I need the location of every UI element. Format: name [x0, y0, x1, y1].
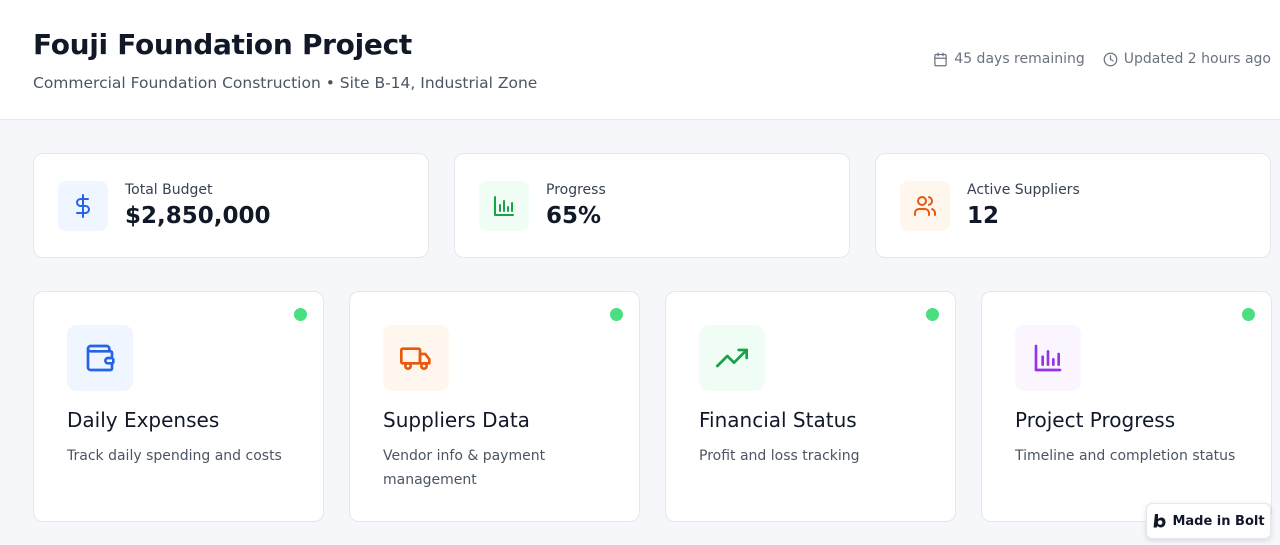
- trending-up-icon: [716, 348, 748, 368]
- card-title: Project Progress: [1015, 408, 1176, 432]
- dollar-icon: [76, 194, 90, 218]
- stat-label: Total Budget: [125, 182, 213, 198]
- card-daily-expenses[interactable]: Daily Expenses Track daily spending and …: [33, 291, 324, 522]
- last-updated-text: Updated 2 hours ago: [1123, 51, 1271, 67]
- stat-label: Active Suppliers: [967, 182, 1080, 198]
- bar-chart-icon: [1034, 344, 1062, 372]
- wallet-icon: [86, 344, 115, 372]
- status-dot: [926, 308, 939, 321]
- card-description: Profit and loss tracking: [699, 448, 860, 464]
- feature-icon-wrap: [383, 325, 449, 391]
- card-description: Track daily spending and costs: [67, 448, 282, 464]
- calendar-icon: [934, 52, 948, 66]
- made-in-bolt-badge[interactable]: Made in Bolt: [1146, 503, 1271, 539]
- stat-value: 12: [967, 203, 1000, 229]
- feature-icon-wrap: [67, 325, 133, 391]
- card-description: Vendor info & payment management: [383, 448, 546, 488]
- bolt-logo-icon: [1153, 514, 1166, 528]
- stat-value: $2,850,000: [125, 203, 271, 229]
- page-subtitle: Commercial Foundation Construction • Sit…: [33, 74, 538, 92]
- users-icon: [914, 196, 936, 216]
- card-description: Timeline and completion status: [1015, 448, 1236, 464]
- stat-value: 65%: [546, 203, 602, 229]
- days-remaining-text: 45 days remaining: [954, 51, 1085, 67]
- status-dot: [610, 308, 623, 321]
- badge-label: Made in Bolt: [1172, 513, 1265, 529]
- stat-label: Progress: [546, 182, 606, 198]
- stat-card-total-budget: Total Budget $2,850,000: [33, 153, 429, 258]
- card-title: Financial Status: [699, 408, 857, 432]
- header-meta: 45 days remaining Updated 2 hours ago: [933, 51, 1271, 67]
- status-dot: [1242, 308, 1255, 321]
- card-project-progress[interactable]: Project Progress Timeline and completion…: [981, 291, 1272, 522]
- stat-card-active-suppliers: Active Suppliers 12: [875, 153, 1271, 258]
- page-header: Fouji Foundation Project Commercial Foun…: [0, 0, 1280, 120]
- stat-icon-wrap: [479, 181, 529, 231]
- feature-icon-wrap: [1015, 325, 1081, 391]
- days-remaining: 45 days remaining: [933, 51, 1085, 67]
- page-title: Fouji Foundation Project: [33, 28, 412, 61]
- last-updated: Updated 2 hours ago: [1103, 51, 1271, 67]
- bar-chart-icon: [494, 196, 514, 216]
- stat-icon-wrap: [58, 181, 108, 231]
- feature-icon-wrap: [699, 325, 765, 391]
- stat-icon-wrap: [900, 181, 950, 231]
- card-suppliers-data[interactable]: Suppliers Data Vendor info & payment man…: [349, 291, 640, 522]
- status-dot: [294, 308, 307, 321]
- card-title: Suppliers Data: [383, 408, 530, 432]
- clock-icon: [1103, 52, 1118, 66]
- card-title: Daily Expenses: [67, 408, 220, 432]
- card-financial-status[interactable]: Financial Status Profit and loss trackin…: [665, 291, 956, 522]
- truck-icon: [400, 347, 431, 370]
- stat-card-progress: Progress 65%: [454, 153, 850, 258]
